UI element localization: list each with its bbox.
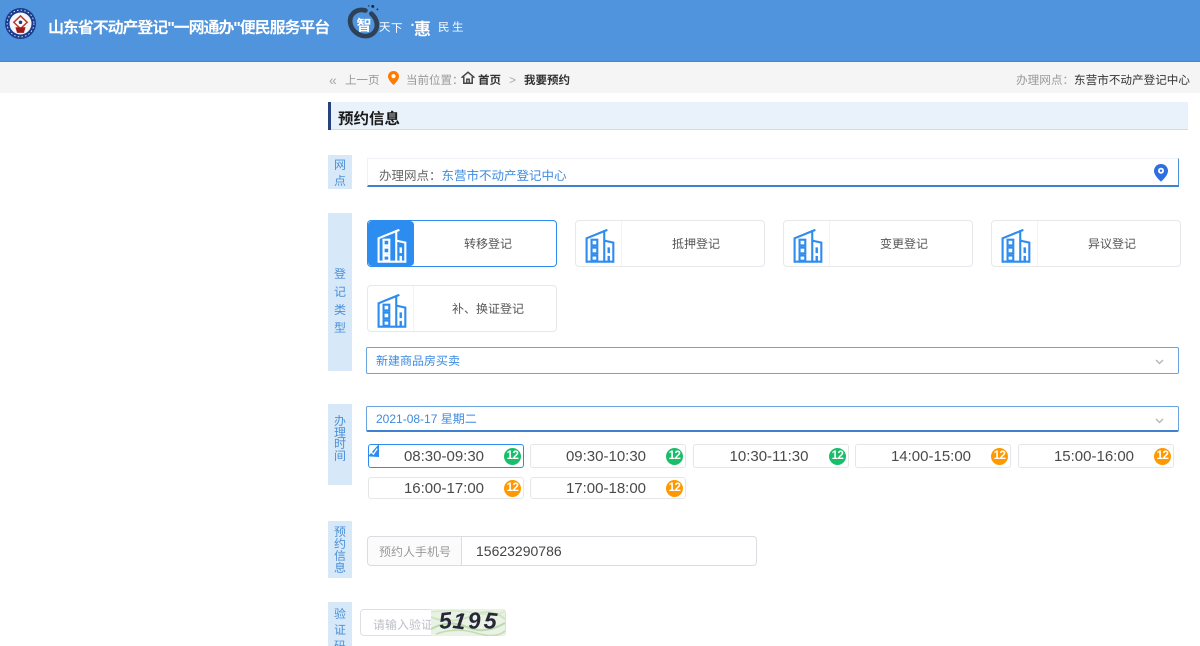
svg-text:9: 9 xyxy=(467,609,482,634)
svg-text:智: 智 xyxy=(356,15,371,36)
